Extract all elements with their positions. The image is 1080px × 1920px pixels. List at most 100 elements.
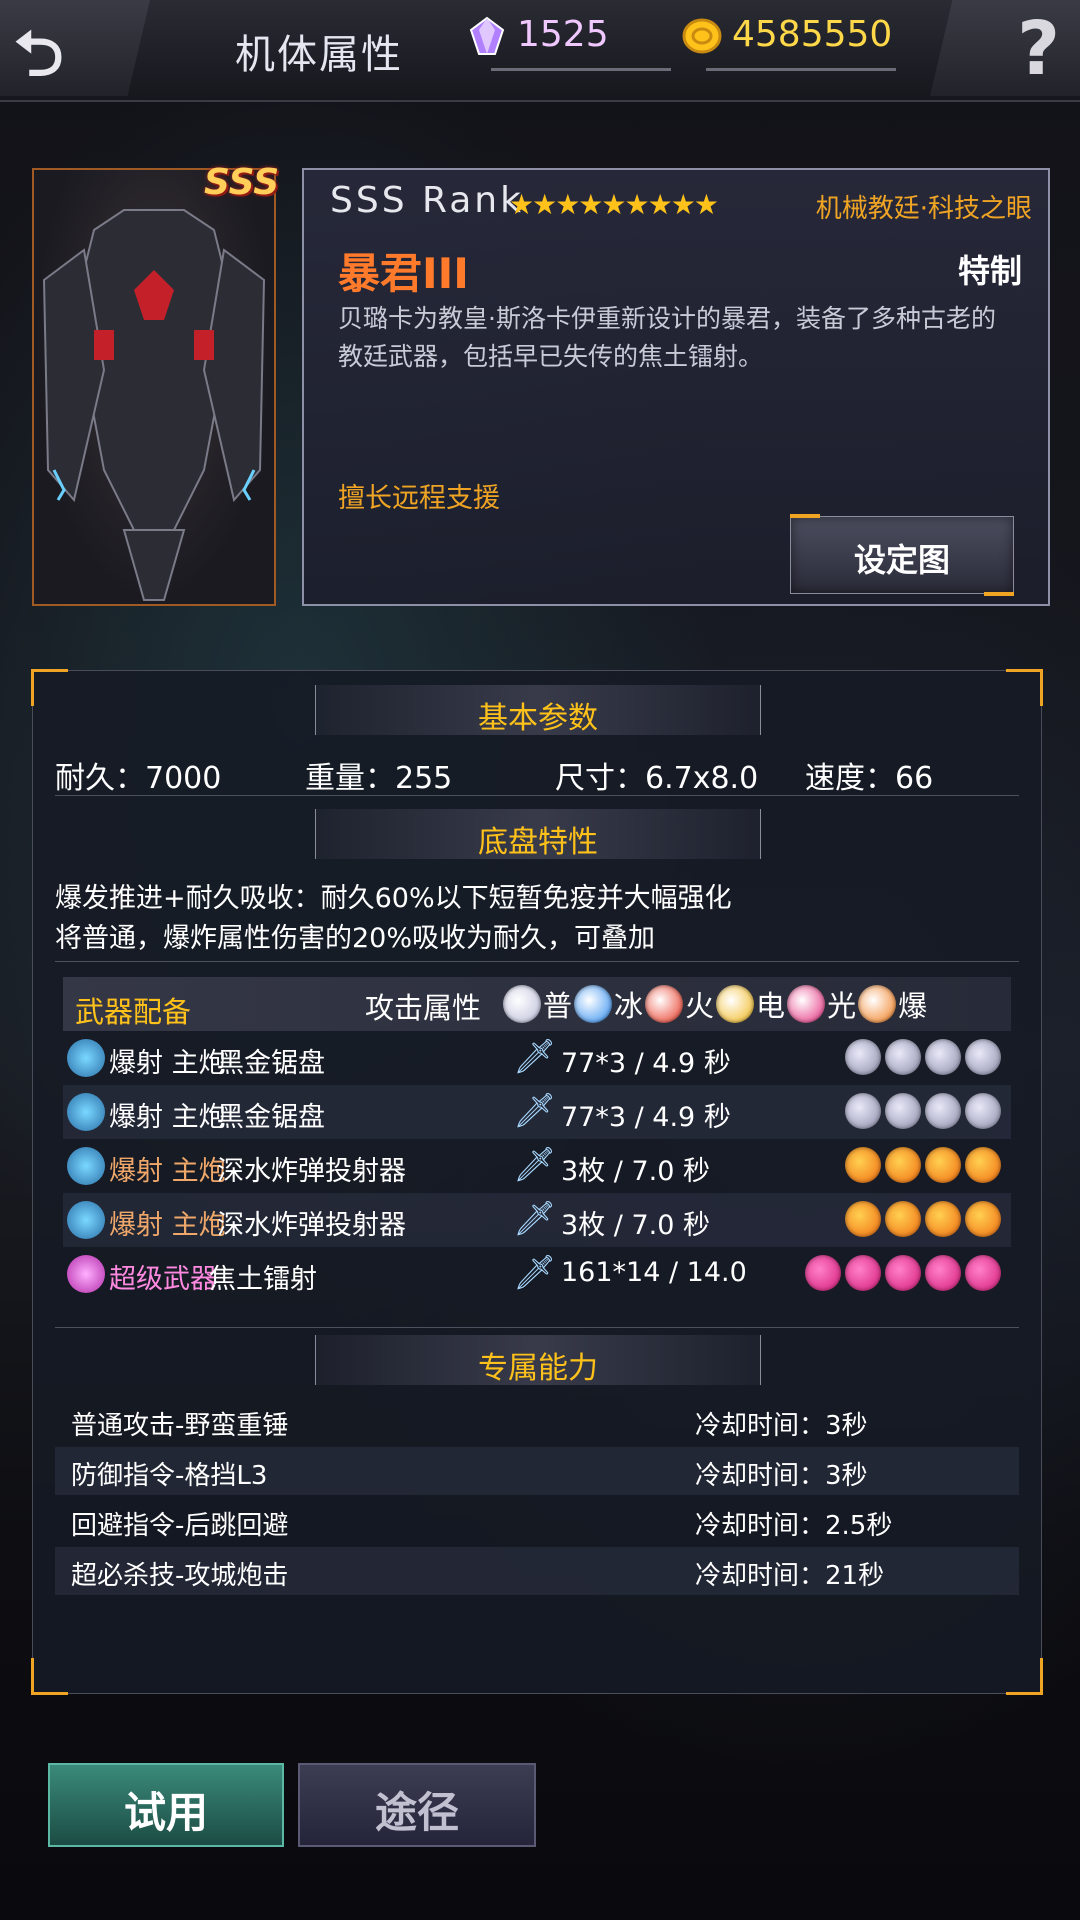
top-bar: ⮌ 机体属性 1525 4585550 ? bbox=[0, 0, 1080, 102]
weapon-damage: 161*14 / 14.0 bbox=[561, 1257, 747, 1288]
try-button[interactable]: 试用 bbox=[48, 1763, 284, 1847]
sword-icon: 🗡 bbox=[513, 1199, 557, 1239]
element-orbs bbox=[841, 1093, 1001, 1133]
normal-element-icon bbox=[503, 985, 541, 1023]
durability-stat: 耐久：7000 bbox=[55, 761, 222, 796]
element-legend-item: 电 bbox=[716, 983, 785, 1025]
corner-decor bbox=[31, 1658, 68, 1695]
fire-element-icon bbox=[645, 985, 684, 1023]
try-label: 试用 bbox=[123, 1788, 208, 1837]
source-path-button[interactable]: 途径 bbox=[298, 1763, 536, 1847]
divider bbox=[55, 795, 1019, 796]
element-label: 冰 bbox=[614, 989, 644, 1023]
ability-cooldown: 冷却时间：21秒 bbox=[695, 1561, 885, 1591]
attack-attr-label: 攻击属性 bbox=[365, 991, 482, 1025]
light-element-orb bbox=[805, 1255, 841, 1291]
weapon-damage: 77*3 / 4.9 秒 bbox=[561, 1102, 731, 1133]
weapon-name: 黑金锯盘 bbox=[217, 1048, 325, 1079]
weapon-type: 爆射 主炮 bbox=[109, 1210, 226, 1241]
weapon-damage: 3枚 / 7.0 秒 bbox=[561, 1210, 710, 1241]
weapon-name: 深水炸弹投射器 bbox=[217, 1210, 406, 1241]
explode-element-orb bbox=[885, 1201, 921, 1237]
unit-specialty: 擅长远程支援 bbox=[338, 483, 500, 514]
speed-stat: 速度：66 bbox=[805, 761, 934, 796]
back-arrow-icon: ⮌ bbox=[14, 17, 64, 90]
explode-element-icon bbox=[858, 985, 897, 1023]
normal-element-orb bbox=[885, 1039, 921, 1075]
gem-count: 1525 bbox=[517, 14, 609, 55]
back-button[interactable]: ⮌ bbox=[0, 0, 150, 96]
element-label: 普 bbox=[543, 989, 573, 1023]
ability-name: 超必杀技-攻城炮击 bbox=[71, 1561, 289, 1591]
sss-rank-badge: SSS bbox=[204, 162, 280, 203]
light-element-orb bbox=[845, 1255, 881, 1291]
stats-panel: 基本参数 耐久：7000 重量：255 尺寸：6.7x8.0 速度：66 底盘特… bbox=[31, 669, 1043, 1695]
super-weapon-icon bbox=[67, 1255, 105, 1293]
burst-shot-icon bbox=[67, 1093, 105, 1131]
abilities-heading: 专属能力 bbox=[315, 1335, 761, 1386]
weapon-row[interactable]: 爆射 主炮 深水炸弹投射器 🗡 3枚 / 7.0 秒 bbox=[63, 1139, 1011, 1193]
element-label: 火 bbox=[685, 989, 715, 1023]
light-element-orb bbox=[965, 1255, 1001, 1291]
element-orbs bbox=[841, 1147, 1001, 1187]
weapon-row[interactable]: 爆射 主炮 深水炸弹投射器 🗡 3枚 / 7.0 秒 bbox=[63, 1193, 1011, 1247]
ability-row[interactable]: 普通攻击-野蛮重锤 冷却时间：3秒 bbox=[55, 1397, 1019, 1445]
element-label: 电 bbox=[756, 989, 786, 1023]
burst-shot-icon bbox=[67, 1201, 105, 1239]
element-label: 爆 bbox=[898, 989, 928, 1023]
normal-element-orb bbox=[965, 1039, 1001, 1075]
chassis-trait-line: 将普通，爆炸属性伤害的20%吸收为耐久，可叠加 bbox=[55, 923, 656, 954]
explode-element-orb bbox=[845, 1147, 881, 1183]
mech-image bbox=[42, 209, 266, 601]
coin-counter: 4585550 bbox=[680, 10, 900, 71]
ability-name: 普通攻击-野蛮重锤 bbox=[71, 1411, 289, 1441]
weight-stat: 重量：255 bbox=[305, 761, 453, 796]
setting-art-button[interactable]: 设定图 bbox=[790, 514, 1014, 596]
weapon-type: 超级武器 bbox=[109, 1264, 217, 1295]
sword-icon: 🗡 bbox=[513, 1145, 557, 1185]
corner-decor bbox=[31, 669, 68, 706]
weapon-row[interactable]: 爆射 主炮 黑金锯盘 🗡 77*3 / 4.9 秒 bbox=[63, 1031, 1011, 1085]
normal-element-orb bbox=[845, 1039, 881, 1075]
explode-element-orb bbox=[925, 1147, 961, 1183]
page-title: 机体属性 bbox=[235, 32, 403, 78]
size-stat: 尺寸：6.7x8.0 bbox=[555, 761, 759, 796]
explode-element-orb bbox=[845, 1201, 881, 1237]
divider bbox=[55, 1327, 1019, 1328]
unit-name: 暴君III bbox=[338, 249, 469, 298]
coin-underline bbox=[706, 68, 896, 71]
ability-name: 回避指令-后跳回避 bbox=[71, 1511, 289, 1541]
weapon-damage: 3枚 / 7.0 秒 bbox=[561, 1156, 710, 1187]
mech-portrait: SSS bbox=[32, 162, 279, 606]
weapon-row[interactable]: 爆射 主炮 黑金锯盘 🗡 77*3 / 4.9 秒 bbox=[63, 1085, 1011, 1139]
element-legend-item: 爆 bbox=[858, 983, 927, 1025]
burst-shot-icon bbox=[67, 1147, 105, 1185]
ability-row[interactable]: 回避指令-后跳回避 冷却时间：2.5秒 bbox=[55, 1497, 1019, 1545]
divider bbox=[55, 961, 1019, 962]
chassis-heading: 底盘特性 bbox=[315, 809, 761, 860]
corner-decor bbox=[1006, 669, 1043, 706]
sword-icon: 🗡 bbox=[513, 1037, 557, 1077]
ability-name: 防御指令-格挡L3 bbox=[71, 1461, 268, 1491]
explode-element-orb bbox=[965, 1201, 1001, 1237]
weapon-row[interactable]: 超级武器 焦土镭射 🗡 161*14 / 14.0 bbox=[63, 1247, 1011, 1301]
basic-params-title: 基本参数 bbox=[478, 701, 598, 736]
sword-icon: 🗡 bbox=[513, 1253, 557, 1293]
ability-cooldown: 冷却时间：3秒 bbox=[695, 1411, 868, 1441]
coin-icon bbox=[682, 18, 722, 54]
weapons-section: 武器配备 攻击属性 普冰火电光爆 爆射 主炮 黑金锯盘 🗡 77*3 / 4.9 秒爆… bbox=[63, 977, 1011, 1329]
question-icon: ? bbox=[1017, 6, 1060, 92]
ability-row[interactable]: 超必杀技-攻城炮击 冷却时间：21秒 bbox=[55, 1547, 1019, 1595]
weapon-name: 深水炸弹投射器 bbox=[217, 1156, 406, 1187]
weapon-damage: 77*3 / 4.9 秒 bbox=[561, 1048, 731, 1079]
element-legend: 普冰火电光爆 bbox=[503, 983, 929, 1025]
help-button[interactable]: ? bbox=[930, 0, 1080, 96]
source-path-label: 途径 bbox=[374, 1788, 459, 1837]
ability-row[interactable]: 防御指令-格挡L3 冷却时间：3秒 bbox=[55, 1447, 1019, 1495]
element-legend-item: 火 bbox=[645, 983, 714, 1025]
abilities-title: 专属能力 bbox=[478, 1351, 598, 1386]
weapon-type: 爆射 主炮 bbox=[109, 1102, 226, 1133]
faction-label: 机械教廷·科技之眼 bbox=[815, 194, 1032, 224]
normal-element-orb bbox=[885, 1093, 921, 1129]
gem-underline bbox=[491, 68, 671, 71]
